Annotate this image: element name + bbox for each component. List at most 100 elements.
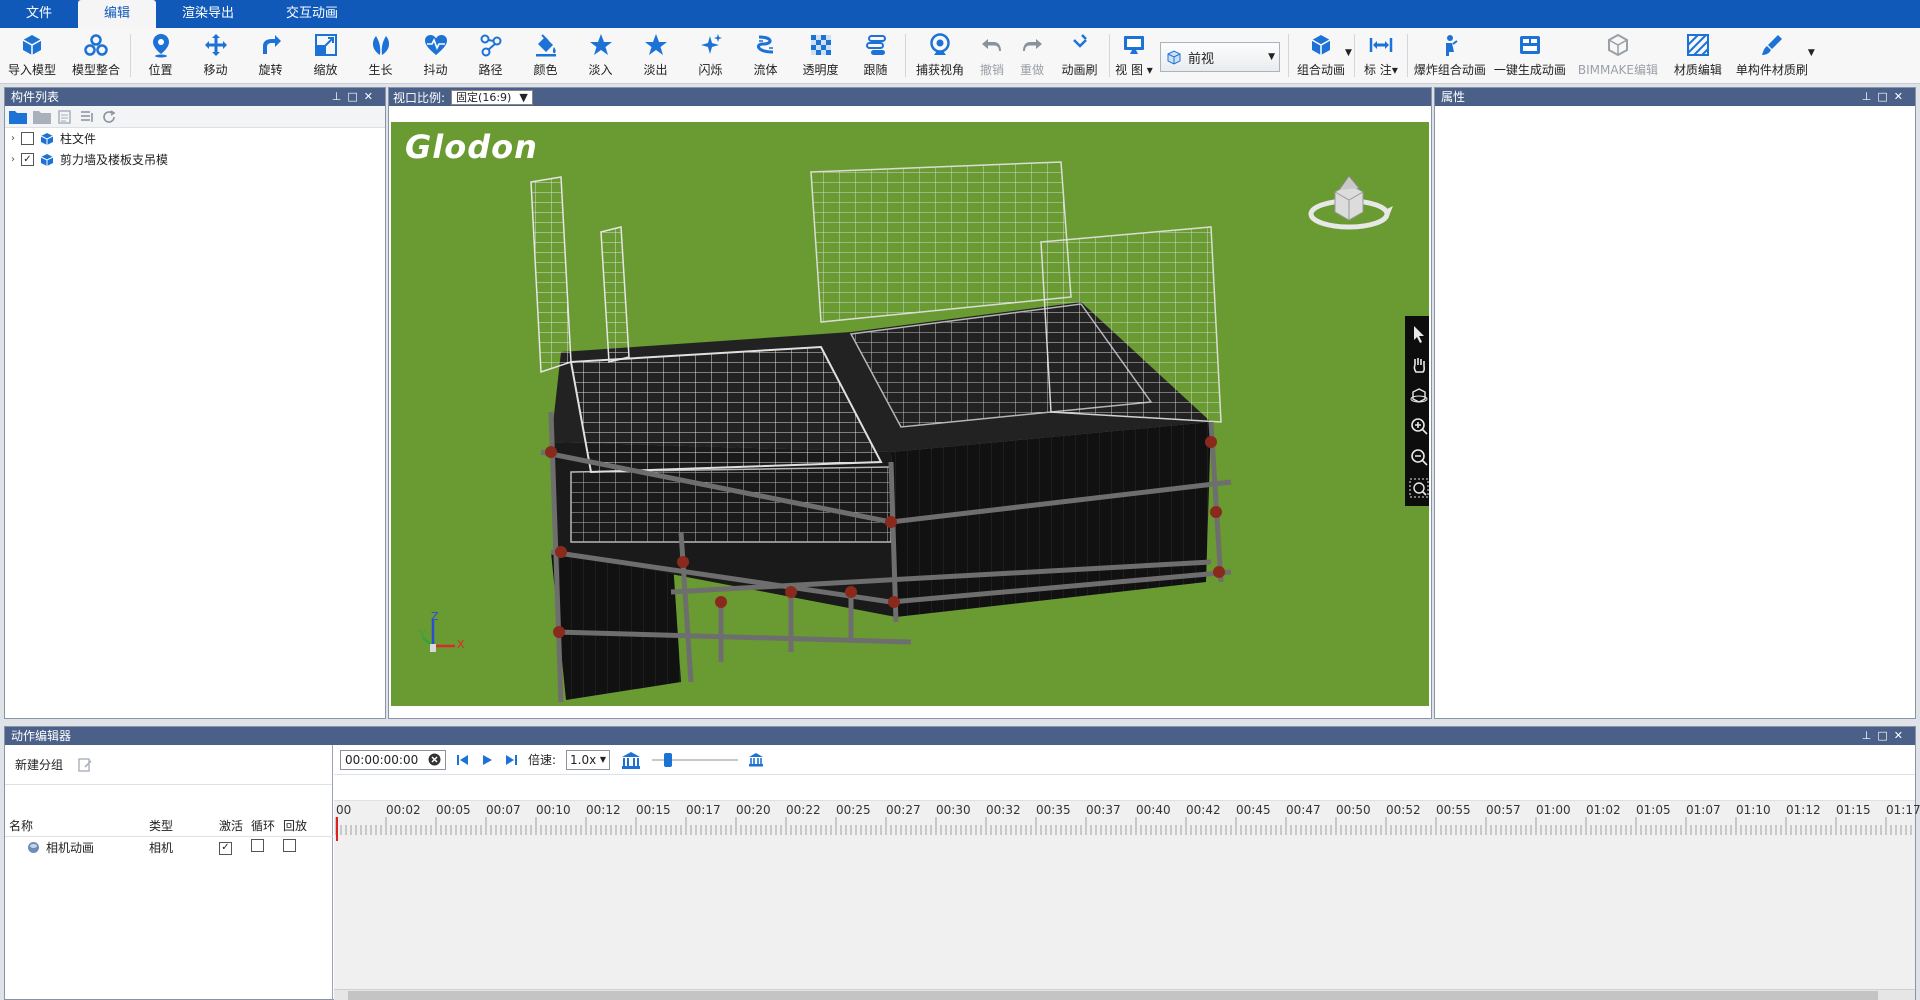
select-cursor-icon[interactable] bbox=[1409, 324, 1429, 344]
import-model-button[interactable]: 导入模型 bbox=[0, 28, 64, 83]
scrollbar-thumb[interactable] bbox=[348, 991, 1878, 1000]
flash-button[interactable]: 闪烁 bbox=[683, 28, 738, 83]
capture-view-button[interactable]: 捕获视角 bbox=[908, 28, 972, 83]
dimension-button[interactable]: 标 注▾ bbox=[1357, 28, 1405, 83]
action-list: 新建分组 名称 类型 激活 循环 回放 相机动画 相机 ✓ bbox=[5, 745, 333, 1000]
tick-label: 00:32 bbox=[986, 803, 1021, 817]
step-back-icon[interactable] bbox=[456, 753, 470, 767]
tick-label: 00:27 bbox=[886, 803, 921, 817]
zoom-out-timeline-icon[interactable] bbox=[620, 750, 642, 770]
transparency-button[interactable]: 透明度 bbox=[793, 28, 848, 83]
chevron-right-icon[interactable]: › bbox=[11, 154, 15, 165]
fluid-button[interactable]: 流体 bbox=[738, 28, 793, 83]
timeline-zoom-slider[interactable] bbox=[652, 752, 739, 767]
bimmake-edit-button[interactable]: BIMMAKE编辑 bbox=[1570, 28, 1666, 83]
tick-label: 00:30 bbox=[936, 803, 971, 817]
zoom-out-icon[interactable] bbox=[1409, 447, 1429, 467]
viewport-ratio-select[interactable]: 固定(16:9) ▼ bbox=[451, 89, 533, 105]
panel-title: 动作编辑器 ⊥□✕ bbox=[5, 727, 1915, 745]
shake-button[interactable]: 抖动 bbox=[408, 28, 463, 83]
list-sort-icon[interactable] bbox=[79, 109, 95, 125]
fade-in-button[interactable]: 淡入 bbox=[573, 28, 628, 83]
rotate-button[interactable]: 旋转 bbox=[243, 28, 298, 83]
tree-item-checkbox[interactable] bbox=[21, 132, 34, 145]
tree-item[interactable]: › ✓ 剪力墙及楼板支吊模 bbox=[5, 149, 385, 170]
monitor-view-icon bbox=[1124, 36, 1144, 54]
tree-item-checkbox[interactable]: ✓ bbox=[21, 153, 34, 166]
star-fade-in-icon bbox=[589, 34, 612, 55]
fade-out-button[interactable]: 淡出 bbox=[628, 28, 683, 83]
tree-item[interactable]: › 柱文件 bbox=[5, 128, 385, 149]
zoom-in-timeline-icon[interactable] bbox=[748, 752, 764, 768]
playback-bar: 00:00:00:00 倍速: 1.0x ▼ bbox=[334, 745, 1915, 775]
chevron-right-icon[interactable]: › bbox=[11, 133, 15, 144]
step-forward-icon[interactable] bbox=[504, 753, 518, 767]
panel-controls[interactable]: ⊥□✕ bbox=[1862, 727, 1909, 745]
3d-viewport[interactable]: Glodon Z X Y bbox=[391, 122, 1429, 706]
edit-document-icon[interactable] bbox=[77, 757, 93, 773]
playhead[interactable] bbox=[336, 817, 338, 841]
horizontal-scrollbar[interactable] bbox=[334, 989, 1915, 1000]
action-row[interactable]: 相机动画 相机 ✓ bbox=[5, 837, 333, 857]
tick-label: 00:40 bbox=[1136, 803, 1171, 817]
material-edit-button[interactable]: 材质编辑 bbox=[1666, 28, 1730, 83]
tick-label: 01:02 bbox=[1586, 803, 1621, 817]
position-button[interactable]: 位置 bbox=[133, 28, 188, 83]
time-input[interactable]: 00:00:00:00 bbox=[340, 749, 446, 770]
3d-model-render bbox=[530, 161, 1232, 703]
ribbon-toolbar: 导入模型 模型整合 位置 移动 旋转 缩放 生长 抖动 路径 颜色 淡入 淡出 … bbox=[0, 28, 1920, 84]
redo-button[interactable]: 重做 bbox=[1012, 28, 1052, 83]
scale-button[interactable]: 缩放 bbox=[298, 28, 353, 83]
view-preset-select[interactable]: 前视 ▼ bbox=[1160, 42, 1280, 72]
playback-checkbox[interactable] bbox=[283, 839, 296, 852]
animation-brush-button[interactable]: 动画刷 bbox=[1052, 28, 1107, 83]
view-menu-button[interactable]: 视 图 ▾ bbox=[1112, 28, 1156, 83]
color-button[interactable]: 颜色 bbox=[518, 28, 573, 83]
orbit-icon[interactable] bbox=[1409, 386, 1429, 406]
action-name: 相机动画 bbox=[46, 840, 95, 855]
tick-label: 00:57 bbox=[1486, 803, 1521, 817]
menu-tab-file[interactable]: 文件 bbox=[0, 0, 78, 28]
zoom-in-icon[interactable] bbox=[1409, 416, 1429, 436]
properties-icon[interactable] bbox=[57, 109, 73, 125]
play-icon[interactable] bbox=[480, 753, 494, 767]
checker-transparency-icon bbox=[810, 35, 831, 55]
menu-tab-interactive-animation[interactable]: 交互动画 bbox=[260, 0, 364, 28]
cube-view-icon bbox=[1167, 50, 1181, 65]
material-edit-icon bbox=[1686, 34, 1709, 56]
tick-label: 00:47 bbox=[1286, 803, 1321, 817]
auto-generate-animation-button[interactable]: 一键生成动画 bbox=[1490, 28, 1570, 83]
combo-animation-button[interactable]: 组合动画 bbox=[1291, 28, 1351, 83]
grow-button[interactable]: 生长 bbox=[353, 28, 408, 83]
folder-open-icon[interactable] bbox=[33, 110, 51, 124]
material-brush-icon bbox=[1761, 35, 1782, 55]
slider-thumb[interactable] bbox=[664, 752, 673, 767]
pan-hand-icon[interactable] bbox=[1409, 355, 1429, 375]
model-integrate-button[interactable]: 模型整合 bbox=[64, 28, 128, 83]
timeline-ruler[interactable]: 00 00:02 00:05 00:07 00:10 00:12 00:15 00:17 00:… bbox=[334, 801, 1920, 841]
chevron-down-icon[interactable]: ▼ bbox=[1808, 48, 1815, 58]
panel-controls[interactable]: ⊥□✕ bbox=[332, 88, 379, 106]
new-group-button[interactable]: 新建分组 bbox=[15, 756, 63, 773]
active-checkbox[interactable]: ✓ bbox=[219, 841, 232, 855]
menu-tab-render-export[interactable]: 渲染导出 bbox=[156, 0, 260, 28]
chevron-down-icon[interactable]: ▼ bbox=[1345, 48, 1352, 58]
tick-label: 00:45 bbox=[1236, 803, 1271, 817]
path-button[interactable]: 路径 bbox=[463, 28, 518, 83]
model-integrate-icon bbox=[84, 34, 108, 56]
folder-icon[interactable] bbox=[9, 110, 27, 124]
undo-button[interactable]: 撤销 bbox=[972, 28, 1012, 83]
move-button[interactable]: 移动 bbox=[188, 28, 243, 83]
redo-icon bbox=[1023, 39, 1042, 51]
refresh-icon[interactable] bbox=[101, 109, 117, 125]
menu-tab-edit[interactable]: 编辑 bbox=[78, 0, 157, 28]
panel-controls[interactable]: ⊥□✕ bbox=[1862, 88, 1909, 106]
speed-select[interactable]: 1.0x ▼ bbox=[566, 749, 611, 770]
single-material-brush-button[interactable]: 单构件材质刷 bbox=[1730, 28, 1814, 83]
loop-checkbox[interactable] bbox=[251, 839, 264, 852]
clear-time-icon[interactable] bbox=[428, 753, 441, 766]
zoom-extents-icon[interactable] bbox=[1409, 478, 1429, 498]
follow-button[interactable]: 跟随 bbox=[848, 28, 903, 83]
tree-item-label: 剪力墙及楼板支吊模 bbox=[60, 153, 169, 167]
explode-animation-button[interactable]: 爆炸组合动画 bbox=[1410, 28, 1490, 83]
